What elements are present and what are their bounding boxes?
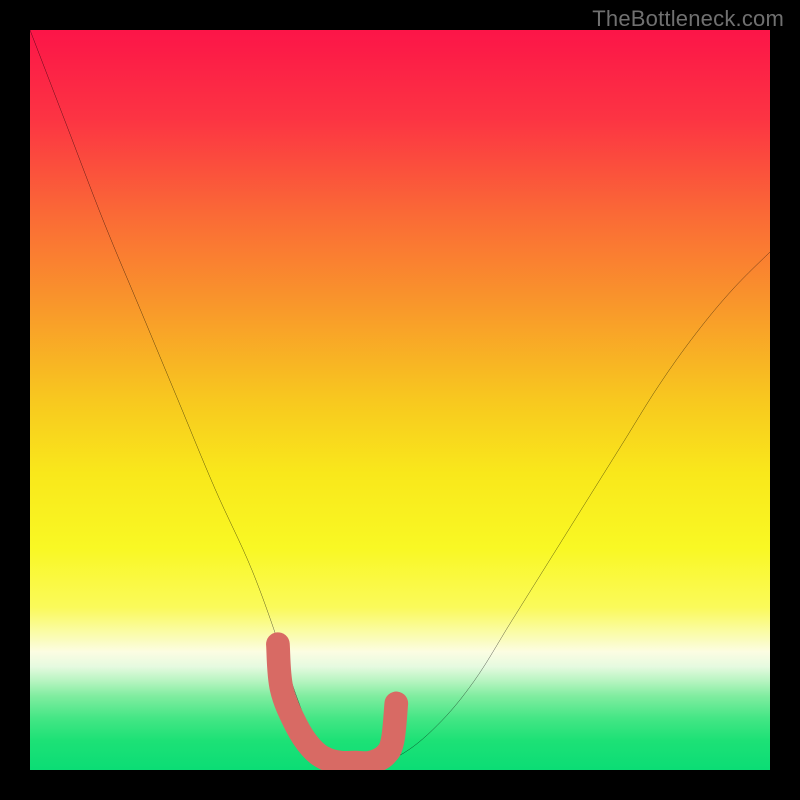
watermark-text: TheBottleneck.com [592, 6, 784, 32]
chart-plot [30, 30, 770, 770]
gradient-background [30, 30, 770, 770]
chart-frame: TheBottleneck.com [0, 0, 800, 800]
